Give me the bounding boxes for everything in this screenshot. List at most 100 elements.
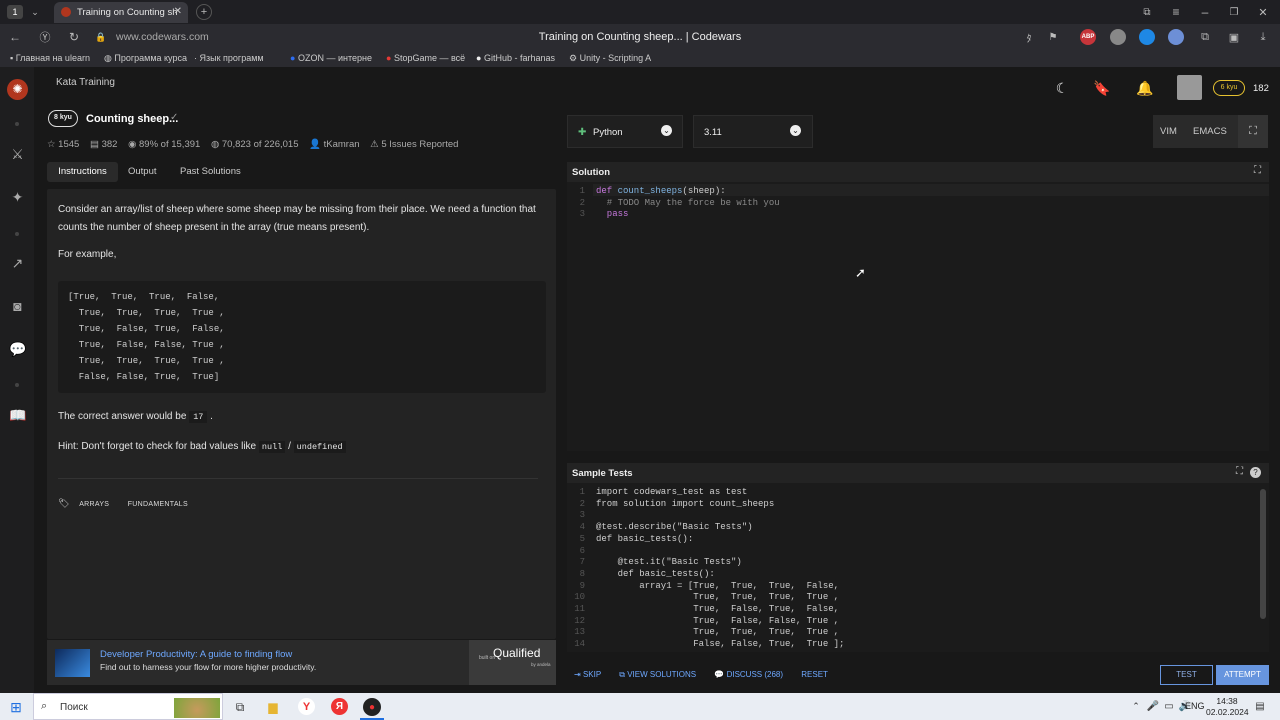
bookmark-item[interactable]: · Язык программ [194, 53, 280, 63]
fullscreen-icon[interactable]: ⛶ [1238, 115, 1268, 148]
network-icon[interactable]: ▭ [1163, 699, 1175, 713]
tag-fundamentals[interactable]: FUNDAMENTALS [128, 501, 188, 508]
user-rank-badge: 6 kyu [1213, 80, 1245, 96]
adblock-icon[interactable]: ABP [1080, 29, 1096, 45]
vim-button[interactable]: VIM [1160, 126, 1177, 137]
obs-icon[interactable]: ● [363, 698, 381, 716]
bookmark-label: StopGame — всё [393, 53, 466, 63]
ad-title[interactable]: Developer Productivity: A guide to findi… [100, 649, 292, 660]
view-solutions-button[interactable]: VIEW SOLUTIONS [627, 670, 696, 679]
skip-button[interactable]: SKIP [583, 670, 601, 679]
emacs-button[interactable]: EMACS [1193, 126, 1227, 137]
tests-code[interactable]: import codewars_test as test from solutio… [596, 487, 844, 651]
answer-line: The correct answer would be 17 . [58, 411, 213, 423]
test-button[interactable]: TEST [1160, 665, 1213, 685]
yandex-browser-icon[interactable]: Y [298, 698, 315, 715]
minimize-icon[interactable]: – [1198, 5, 1212, 19]
new-tab-icon[interactable]: + [196, 4, 212, 20]
scrollbar[interactable] [1260, 489, 1266, 619]
clock[interactable]: 14:38 02.02.2024 [1206, 696, 1249, 718]
discuss-icon[interactable]: 💬 [9, 341, 26, 358]
extension-globe-icon[interactable] [1110, 29, 1126, 45]
language-select[interactable]: ✚ Python ⌄ [567, 115, 683, 148]
bookmark-item[interactable]: ◍ Программа курса [104, 53, 190, 64]
issues-link[interactable]: 5 Issues Reported [381, 139, 458, 150]
search-placeholder: Поиск [60, 702, 88, 713]
tag-arrays[interactable]: ARRAYS [79, 501, 109, 508]
line-number: 7 [579, 557, 585, 568]
yandex-icon[interactable]: Ⓨ [38, 30, 52, 44]
browser-tab[interactable]: Training on Counting sh ✕ [54, 2, 188, 23]
translate-icon[interactable]: ﾀ [1022, 30, 1036, 45]
attempt-button[interactable]: ATTEMPT [1216, 665, 1269, 685]
tab-past-solutions[interactable]: Past Solutions [180, 162, 241, 182]
bookmark-item[interactable]: ● OZON — интерне [290, 53, 384, 63]
chevron-up-icon[interactable]: ⌃ [1130, 699, 1142, 713]
explorer-icon[interactable]: ▆ [265, 699, 281, 715]
back-icon[interactable]: ← [8, 30, 22, 44]
qualified-text: Qualified [493, 646, 541, 660]
reload-icon[interactable]: ↻ [67, 30, 81, 44]
docs-icon[interactable]: 📖 [9, 407, 26, 424]
bell-icon[interactable]: 🔔 [1136, 80, 1153, 96]
star-icon[interactable]: ☆ [47, 139, 56, 150]
close-icon[interactable]: ✕ [174, 6, 182, 17]
windows-start-icon[interactable]: ⊞ [8, 699, 24, 715]
expand-icon[interactable]: ⛶ [1236, 466, 1243, 477]
solution-code[interactable]: def count_sheeps(sheep): # TODO May the … [596, 186, 780, 221]
tab-instructions[interactable]: Instructions [47, 162, 118, 182]
extension-blue-icon[interactable] [1139, 29, 1155, 45]
tab-count-badge[interactable]: 1 [7, 5, 23, 19]
code-line: def count_sheeps(sheep): [596, 186, 780, 198]
notifications-icon[interactable]: ▤ [1253, 699, 1267, 713]
bookmark-item[interactable]: ● StopGame — всё [386, 53, 470, 63]
practice-icon[interactable]: ✦ [9, 189, 26, 206]
expand-icon[interactable]: ⛶ [1254, 165, 1261, 176]
line-number: 11 [574, 604, 585, 615]
tests-editor[interactable]: 1 2 3 4 5 6 7 8 9 10 11 12 13 14 import codewars_test… [567, 483, 1269, 652]
bookmark-icon[interactable]: ⚑ [1046, 30, 1060, 44]
ad-banner[interactable]: Developer Productivity: A guide to findi… [47, 640, 556, 685]
profile-icon[interactable]: ▣ [1226, 29, 1242, 45]
bookmark-item[interactable]: ● GitHub - farhanas [476, 53, 564, 63]
code-line: def basic_tests(): [596, 533, 694, 544]
yandex-icon[interactable]: Я [331, 698, 348, 715]
reset-button[interactable]: RESET [801, 670, 828, 679]
menu-icon[interactable]: ≡ [1169, 5, 1183, 19]
search-box[interactable]: ⌕ Поиск [33, 693, 223, 720]
bookmark-item[interactable]: ⚙ Unity - Scripting A [569, 53, 659, 64]
tests-label: Sample Tests [572, 468, 633, 479]
discord-icon[interactable]: ◙ [9, 298, 26, 315]
downloads-icon[interactable]: ⤓ [1255, 29, 1271, 45]
kata-title[interactable]: Counting sheep... [86, 113, 178, 125]
author-name[interactable]: tKamran [324, 139, 360, 150]
code-token: def [596, 186, 618, 196]
restore-icon[interactable]: ❐ [1227, 5, 1241, 19]
avatar[interactable] [1177, 75, 1202, 100]
codewars-favicon-icon [61, 7, 71, 17]
moon-icon[interactable]: ☾ [1054, 80, 1070, 96]
code-line: True, True, True, True , [596, 592, 840, 603]
solution-editor[interactable]: 123 def count_sheeps(sheep): # TODO May … [567, 182, 1269, 451]
collections-icon[interactable]: ⧉ [1140, 5, 1154, 19]
training-icon[interactable]: ⚔ [9, 146, 26, 163]
leaderboard-icon[interactable]: ↗ [9, 255, 26, 272]
tab-output[interactable]: Output [128, 162, 157, 182]
bookmark-kata-icon[interactable]: 🔖 [1093, 80, 1110, 96]
chevron-down-icon: ⌄ [790, 125, 801, 136]
extension-search-icon[interactable] [1168, 29, 1184, 45]
url-text[interactable]: www.codewars.com [116, 31, 209, 43]
close-window-icon[interactable]: ✕ [1256, 5, 1270, 19]
codewars-logo-icon[interactable]: ✺ [7, 79, 28, 100]
language-indicator[interactable]: ENG [1185, 701, 1205, 711]
bookmark-item[interactable]: ▪ Главная на ulearn [10, 53, 100, 63]
help-icon[interactable]: ? [1250, 467, 1261, 478]
chevron-down-icon[interactable]: ⌄ [28, 5, 42, 19]
browser-tab-bar: 1 ⌄ Training on Counting sh ✕ + ⧉ ≡ – ❐ … [0, 0, 1280, 24]
discuss-button[interactable]: DISCUSS (268) [727, 670, 783, 679]
task-view-icon[interactable]: ⧉ [232, 699, 248, 715]
version-select[interactable]: 3.11 ⌄ [693, 115, 813, 148]
microphone-icon[interactable]: 🎤 [1147, 699, 1159, 713]
extensions-icon[interactable]: ⧉ [1197, 29, 1213, 45]
